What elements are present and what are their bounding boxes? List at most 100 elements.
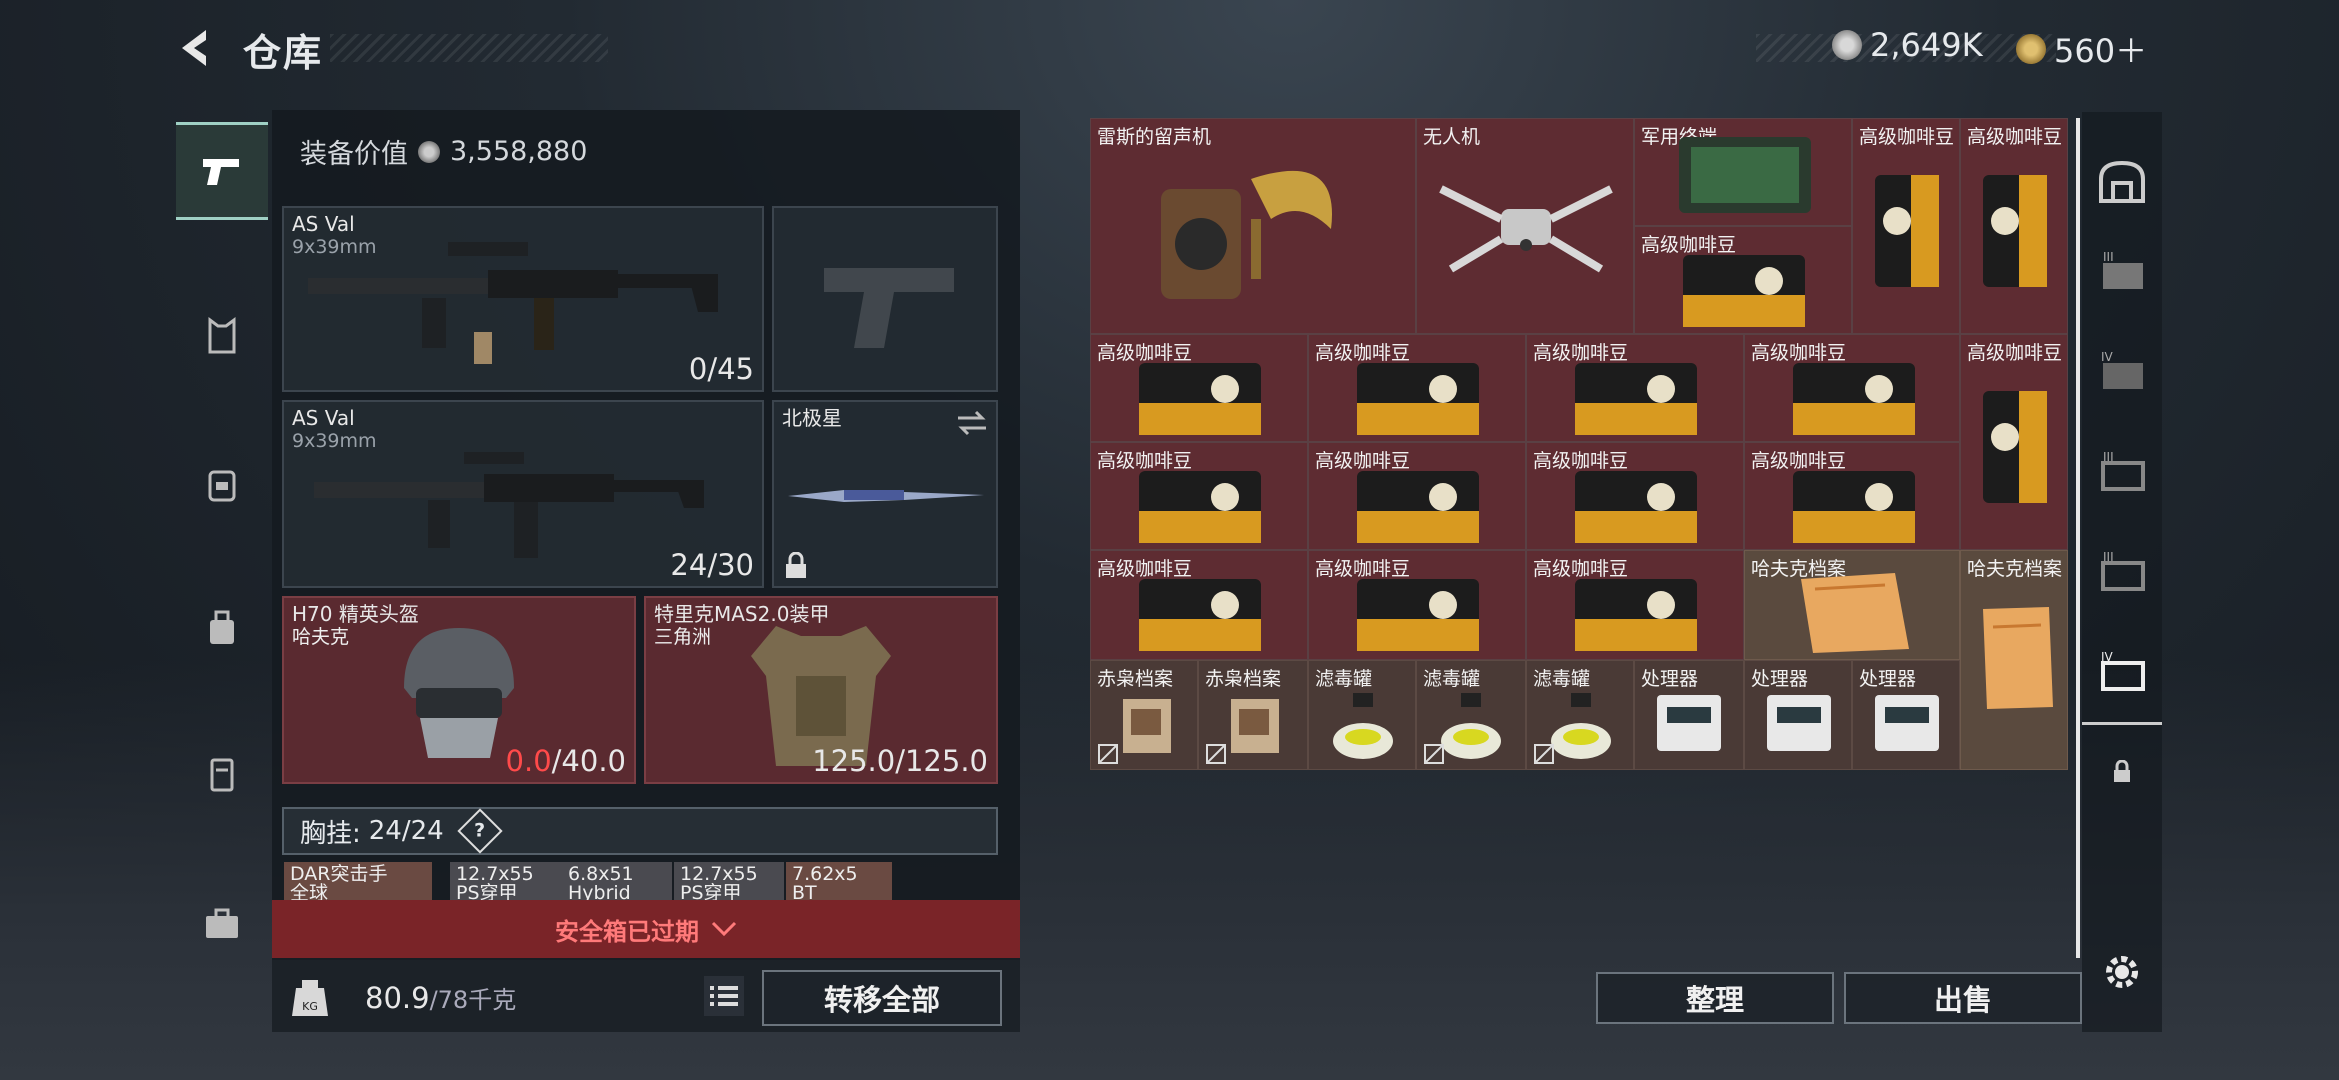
- list-icon: [710, 986, 738, 1006]
- no-transfer-icon: [1098, 744, 1118, 764]
- coffee-bag-icon: [1357, 471, 1479, 543]
- storage-tab-column: III IV III III IV: [2082, 112, 2162, 1032]
- weight-max: /78千克: [429, 986, 517, 1014]
- tab-storage-6[interactable]: IV: [2082, 622, 2162, 725]
- list-view-button[interactable]: [704, 976, 744, 1016]
- grid-item[interactable]: 赤枭档案: [1198, 660, 1308, 770]
- tab-storage-3[interactable]: IV: [2082, 322, 2162, 422]
- grid-item[interactable]: 军用终端: [1634, 118, 1852, 226]
- secondary-rifle-slot[interactable]: AS Val 9x39mm 24/30: [282, 400, 764, 588]
- grid-item[interactable]: 高级咖啡豆: [1526, 442, 1744, 550]
- coffee-bag-icon: [1793, 471, 1915, 543]
- grid-item[interactable]: 无人机: [1416, 118, 1634, 334]
- grid-item[interactable]: 赤枭档案: [1090, 660, 1198, 770]
- rig-item[interactable]: 6.8x51 Hybrid: [562, 862, 672, 902]
- equip-value-label: 装备价值: [300, 139, 408, 170]
- back-button[interactable]: [176, 26, 220, 70]
- grid-item[interactable]: 高级咖啡豆: [1744, 442, 1960, 550]
- grid-item[interactable]: 滤毒罐: [1526, 660, 1634, 770]
- coin-amount: 2,649K: [1870, 26, 1983, 64]
- primary-weapon-slot[interactable]: AS Val 9x39mm 0/45: [282, 206, 764, 392]
- tab-pouch[interactable]: [176, 728, 268, 820]
- item-name: 滤毒罐: [1315, 668, 1373, 690]
- help-icon[interactable]: ?: [457, 808, 503, 854]
- item-name: 滤毒罐: [1423, 668, 1481, 690]
- back-arrow-icon: [182, 30, 206, 66]
- tab-locked[interactable]: [2082, 722, 2162, 822]
- melee-name: 北极星: [782, 406, 842, 430]
- tab-armor[interactable]: [176, 290, 268, 382]
- item-name: 处理器: [1641, 668, 1699, 690]
- file-folder-icon: [1983, 607, 2053, 709]
- coffee-bag-icon: [1683, 255, 1805, 327]
- grid-item[interactable]: 处理器: [1744, 660, 1852, 770]
- currency-triangle[interactable]: 560＋: [2016, 26, 2147, 72]
- grid-item[interactable]: 哈夫克档案: [1960, 550, 2068, 770]
- grid-item[interactable]: 高级咖啡豆: [1090, 442, 1308, 550]
- rig-item[interactable]: DAR突击手 全球: [284, 862, 432, 902]
- tab-storage-2[interactable]: III: [2082, 222, 2162, 322]
- rig-item[interactable]: 12.7x55 PS穿甲: [674, 862, 784, 902]
- grid-item[interactable]: 雷斯的留声机: [1090, 118, 1416, 334]
- tab-storage-4[interactable]: III: [2082, 422, 2162, 522]
- currency-coins[interactable]: 2,649K: [1832, 26, 1983, 64]
- grid-scrollbar[interactable]: [2076, 118, 2080, 958]
- grid-item[interactable]: 滤毒罐: [1308, 660, 1416, 770]
- tab-backpack[interactable]: [176, 438, 268, 530]
- grid-item[interactable]: 哈夫克档案: [1744, 550, 1960, 660]
- melee-slot[interactable]: 北极星: [772, 400, 998, 588]
- no-transfer-icon: [1206, 744, 1226, 764]
- grid-item[interactable]: 高级咖啡豆: [1526, 550, 1744, 660]
- helmet-durability: 0.0/40.0: [506, 744, 626, 778]
- lock-icon: [2114, 760, 2130, 782]
- weight-icon: KG: [290, 976, 330, 1020]
- safebox-expired-banner[interactable]: 安全箱已过期: [272, 900, 1020, 958]
- grid-item[interactable]: 滤毒罐: [1416, 660, 1526, 770]
- warehouse-icon: [2099, 160, 2145, 203]
- rig-item[interactable]: 7.62x5 BT: [786, 862, 892, 902]
- storage-grid: 雷斯的留声机 无人机 军用终端 高级咖啡豆 高级咖啡豆 高级咖啡豆 高级咖啡豆 …: [1090, 118, 2068, 770]
- coffee-bag-icon: [1983, 391, 2047, 503]
- swap-icon[interactable]: [956, 410, 988, 436]
- tab-bag[interactable]: [176, 582, 268, 674]
- equip-value-amount: 3,558,880: [450, 136, 588, 167]
- grid-item[interactable]: 高级咖啡豆: [1960, 334, 2068, 550]
- helmet-slot[interactable]: H70 精英头盔 哈夫克 0.0/40.0: [282, 596, 636, 784]
- tab-safebox[interactable]: [176, 878, 268, 970]
- grid-item[interactable]: 高级咖啡豆: [1634, 226, 1852, 334]
- svg-text:IV: IV: [2101, 650, 2114, 664]
- transfer-all-button[interactable]: 转移全部: [762, 970, 1002, 1026]
- no-transfer-icon: [1534, 744, 1554, 764]
- secondary-weapon-slot[interactable]: [772, 206, 998, 392]
- grid-item[interactable]: 高级咖啡豆: [1090, 334, 1308, 442]
- armor-durability: 125.0/125.0: [812, 744, 988, 778]
- rig-item[interactable]: 12.7x55 PS穿甲: [450, 862, 562, 902]
- grid-item[interactable]: 高级咖啡豆: [1308, 334, 1526, 442]
- grid-item[interactable]: 高级咖啡豆: [1308, 442, 1526, 550]
- rig-label: 胸挂:: [300, 818, 361, 849]
- grid-item[interactable]: 高级咖啡豆: [1960, 118, 2068, 334]
- triangle-amount: 560＋: [2054, 32, 2148, 70]
- chest-rig-bar[interactable]: 胸挂: 24/24 ?: [282, 807, 998, 855]
- grid-item[interactable]: 处理器: [1852, 660, 1960, 770]
- grid-item[interactable]: 高级咖啡豆: [1744, 334, 1960, 442]
- triangle-coin-icon: [2016, 34, 2046, 64]
- grid-item[interactable]: 高级咖啡豆: [1526, 334, 1744, 442]
- grid-item[interactable]: 高级咖啡豆: [1090, 550, 1308, 660]
- svg-text:III: III: [2103, 550, 2114, 564]
- tab-weapons[interactable]: [176, 122, 268, 220]
- grid-item[interactable]: 处理器: [1634, 660, 1744, 770]
- item-name: 滤毒罐: [1533, 668, 1591, 690]
- settings-button[interactable]: [2082, 922, 2162, 1022]
- item-name: 高级咖啡豆: [1859, 126, 1955, 148]
- tab-storage-5[interactable]: III: [2082, 522, 2162, 622]
- storage-tier-3c-icon: III: [2101, 550, 2145, 591]
- grid-item[interactable]: 高级咖啡豆: [1852, 118, 1960, 334]
- armor-slot[interactable]: 特里克MAS2.0装甲 三角洲 125.0/125.0: [644, 596, 998, 784]
- tab-storage-1[interactable]: [2082, 132, 2162, 232]
- grid-item[interactable]: 高级咖啡豆: [1308, 550, 1526, 660]
- svg-text:IV: IV: [2101, 350, 2114, 364]
- sell-button[interactable]: 出售: [1844, 972, 2082, 1024]
- sort-button[interactable]: 整理: [1596, 972, 1834, 1024]
- coffee-bag-icon: [1139, 363, 1261, 435]
